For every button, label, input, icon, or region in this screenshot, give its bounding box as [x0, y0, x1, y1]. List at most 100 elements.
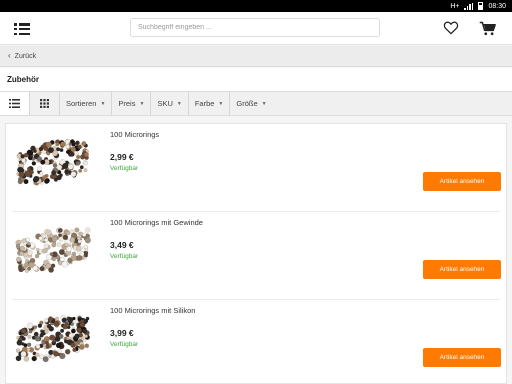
bead [60, 141, 66, 148]
bead [35, 247, 40, 252]
bead [59, 256, 65, 262]
filter-preis[interactable]: Preis ▼ [112, 92, 152, 115]
clock: 08:30 [488, 2, 506, 10]
bead [55, 342, 62, 349]
bead [20, 327, 27, 334]
bead [16, 339, 23, 346]
bead [36, 166, 42, 172]
bead [56, 242, 62, 247]
product-image[interactable] [14, 310, 92, 366]
bead [59, 148, 64, 153]
bead [76, 255, 83, 261]
bead [28, 261, 35, 269]
view-article-button[interactable]: Artikel ansehen [423, 172, 501, 191]
grid-view-button[interactable] [30, 92, 60, 115]
bead [79, 165, 84, 170]
bead [43, 243, 49, 249]
list-view-button[interactable] [0, 92, 30, 115]
bead [15, 355, 22, 362]
filter-groesse[interactable]: Größe ▼ [230, 92, 272, 115]
bead [27, 250, 33, 256]
page-title: Zubehör [0, 68, 512, 91]
bead [45, 344, 50, 349]
bead [33, 175, 40, 183]
bead [48, 326, 54, 332]
bead [27, 334, 32, 339]
bead [26, 347, 31, 352]
bead [53, 320, 60, 327]
view-article-button[interactable]: Artikel ansehen [423, 348, 501, 367]
bead [55, 316, 59, 321]
bead [23, 356, 30, 362]
bead [26, 322, 34, 330]
bead [79, 321, 85, 328]
filter-farbe[interactable]: Farbe ▼ [189, 92, 231, 115]
bead [43, 146, 49, 152]
bead [76, 154, 81, 160]
bead [43, 318, 49, 323]
product-name[interactable]: 100 Microrings [110, 130, 159, 139]
status-bar: H+ 08:30 [0, 0, 512, 12]
bead [69, 151, 75, 157]
bead [39, 333, 44, 338]
bead [23, 265, 27, 270]
chevron-down-icon: ▼ [176, 100, 182, 107]
network-type: H+ [450, 2, 460, 10]
product-image[interactable] [14, 134, 92, 190]
bead [49, 252, 54, 256]
bead [45, 340, 50, 345]
bead [61, 261, 68, 268]
app-bar [0, 12, 512, 45]
bead [35, 352, 40, 358]
menu-icon[interactable] [14, 22, 30, 36]
bead [74, 333, 80, 339]
product-image[interactable] [14, 222, 92, 278]
product-name[interactable]: 100 Microrings mit Silikon [110, 306, 195, 315]
product-name[interactable]: 100 Microrings mit Gewinde [110, 218, 203, 227]
filter-bar: Sortieren ▼ Preis ▼ SKU ▼ Farbe ▼ Größe … [0, 91, 512, 116]
filter-sku[interactable]: SKU ▼ [151, 92, 189, 115]
bead [47, 316, 54, 322]
chevron-down-icon: ▼ [100, 100, 106, 107]
bead [78, 231, 83, 237]
filter-label: Preis [118, 99, 136, 108]
bead [18, 171, 25, 178]
bead [21, 158, 27, 163]
bead [24, 170, 31, 177]
bead [39, 266, 45, 272]
bead [83, 244, 88, 249]
heart-icon[interactable] [443, 21, 459, 35]
bead [54, 336, 61, 342]
bead [52, 257, 57, 262]
bead [81, 141, 87, 146]
bead [83, 160, 88, 166]
bead [53, 351, 59, 357]
chevron-down-icon: ▼ [261, 100, 267, 107]
bead [21, 238, 27, 243]
bead [32, 149, 37, 154]
bead [82, 232, 87, 237]
back-link[interactable]: ‹ Zurück [0, 46, 512, 67]
bead [64, 321, 69, 326]
chevron-down-icon: ▼ [218, 100, 224, 107]
bead [37, 323, 43, 329]
bead [70, 322, 75, 326]
bead [51, 236, 58, 242]
bead [70, 139, 75, 144]
filter-sortieren[interactable]: Sortieren ▼ [60, 92, 113, 115]
search-input[interactable] [130, 18, 380, 37]
bead [38, 146, 44, 152]
bead [51, 242, 57, 248]
cart-icon[interactable] [479, 21, 497, 36]
bead [69, 237, 76, 243]
view-article-button[interactable]: Artikel ansehen [423, 260, 501, 279]
bead [42, 356, 49, 363]
bead [70, 171, 77, 178]
grid-view-icon [40, 99, 49, 108]
bead [76, 327, 82, 333]
bead [70, 342, 76, 348]
battery-icon [478, 2, 484, 10]
bead [66, 246, 72, 252]
bead [58, 249, 65, 256]
bead [84, 237, 91, 244]
